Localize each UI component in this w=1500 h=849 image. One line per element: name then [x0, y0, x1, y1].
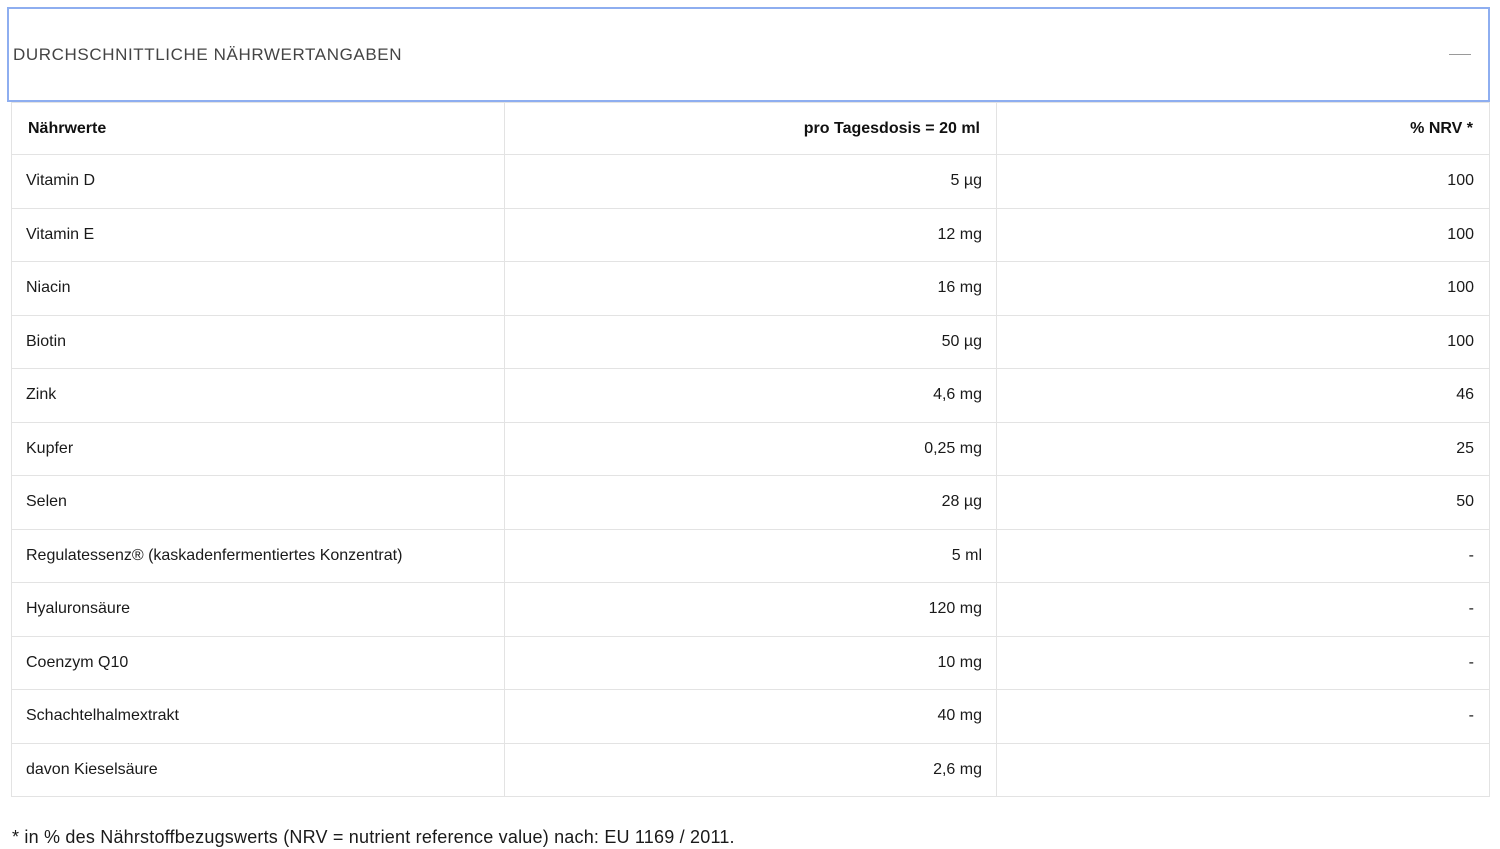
table-row: Coenzym Q10 10 mg - — [11, 635, 1490, 690]
accordion-title: DURCHSCHNITTLICHE NÄHRWERTANGABEN — [13, 44, 403, 64]
amount-cell: 4,6 mg — [504, 368, 997, 423]
nrv-cell: - — [996, 635, 1490, 690]
nutrient-name-cell: Hyaluronsäure — [11, 582, 505, 637]
nutrient-name-cell: Biotin — [11, 314, 505, 369]
nutrient-name-cell: Kupfer — [11, 421, 505, 476]
nrv-cell: 100 — [996, 154, 1490, 209]
nutrient-name-cell: davon Kieselsäure — [11, 742, 505, 797]
amount-cell: 50 µg — [504, 314, 997, 369]
nutrient-name-cell: Selen — [11, 475, 505, 530]
amount-cell: 0,25 mg — [504, 421, 997, 476]
amount-cell: 10 mg — [504, 635, 997, 690]
nrv-cell: 46 — [996, 368, 1490, 423]
amount-cell: 2,6 mg — [504, 742, 997, 797]
table-row: Regulatessenz® (kaskadenfermentiertes Ko… — [11, 528, 1490, 583]
nutrition-table: Nährwerte pro Tagesdosis = 20 ml % NRV *… — [11, 102, 1490, 797]
header-tagesdosis: pro Tagesdosis = 20 ml — [504, 102, 997, 155]
nrv-cell: - — [996, 528, 1490, 583]
nrv-cell: 100 — [996, 207, 1490, 262]
accordion-header[interactable]: DURCHSCHNITTLICHE NÄHRWERTANGABEN — [7, 7, 1490, 102]
table-body: Vitamin D5 µg 100 Vitamin E 12 mg 100 Niacin 1… — [11, 154, 1490, 797]
nrv-cell — [996, 742, 1490, 797]
nutrient-name-cell: Vitamin D — [11, 154, 505, 209]
nrv-cell: 50 — [996, 475, 1490, 530]
minus-icon[interactable] — [1449, 54, 1471, 55]
table-row: Niacin 16 mg 100 — [11, 261, 1490, 316]
nrv-cell: - — [996, 689, 1490, 744]
footnote: * in % des Nährstoffbezugswerts (NRV = n… — [12, 827, 735, 847]
table-row: Biotin 50 µg 100 — [11, 314, 1490, 369]
table-row: davon Kieselsäure 2,6 mg — [11, 742, 1490, 797]
nutrient-name-cell: Niacin — [11, 261, 505, 316]
amount-cell: 5 ml — [504, 528, 997, 583]
table-row: Zink 4,6 mg 46 — [11, 368, 1490, 423]
table-row: Schachtelhalmextrakt 40 mg - — [11, 689, 1490, 744]
amount-cell: 28 µg — [504, 475, 997, 530]
nutrient-name-cell: Zink — [11, 368, 505, 423]
nrv-cell: 25 — [996, 421, 1490, 476]
nrv-cell: 100 — [996, 261, 1490, 316]
nutrient-name-cell: Regulatessenz® (kaskadenfermentiertes Ko… — [11, 528, 505, 583]
header-naehrwerte: Nährwerte — [11, 102, 505, 155]
table-row: Selen 28 µg 50 — [11, 475, 1490, 530]
amount-cell: 5 µg — [504, 154, 997, 209]
nutrient-name-cell: Coenzym Q10 — [11, 635, 505, 690]
nutrition-table-container: Nährwerte pro Tagesdosis = 20 ml % NRV *… — [11, 102, 1490, 797]
nutrient-name-cell: Vitamin E — [11, 207, 505, 262]
header-nrv: % NRV * — [996, 102, 1490, 155]
amount-cell: 12 mg — [504, 207, 997, 262]
table-row: Kupfer 0,25 mg 25 — [11, 421, 1490, 476]
table-header-row: Nährwerte pro Tagesdosis = 20 ml % NRV * — [11, 102, 1490, 155]
table-row: Hyaluronsäure 120 mg - — [11, 582, 1490, 637]
table-row: Vitamin D5 µg 100 — [11, 154, 1490, 209]
nrv-cell: - — [996, 582, 1490, 637]
nutrient-name-cell: Schachtelhalmextrakt — [11, 689, 505, 744]
nrv-cell: 100 — [996, 314, 1490, 369]
amount-cell: 120 mg — [504, 582, 997, 637]
amount-cell: 40 mg — [504, 689, 997, 744]
table-row: Vitamin E 12 mg 100 — [11, 207, 1490, 262]
amount-cell: 16 mg — [504, 261, 997, 316]
